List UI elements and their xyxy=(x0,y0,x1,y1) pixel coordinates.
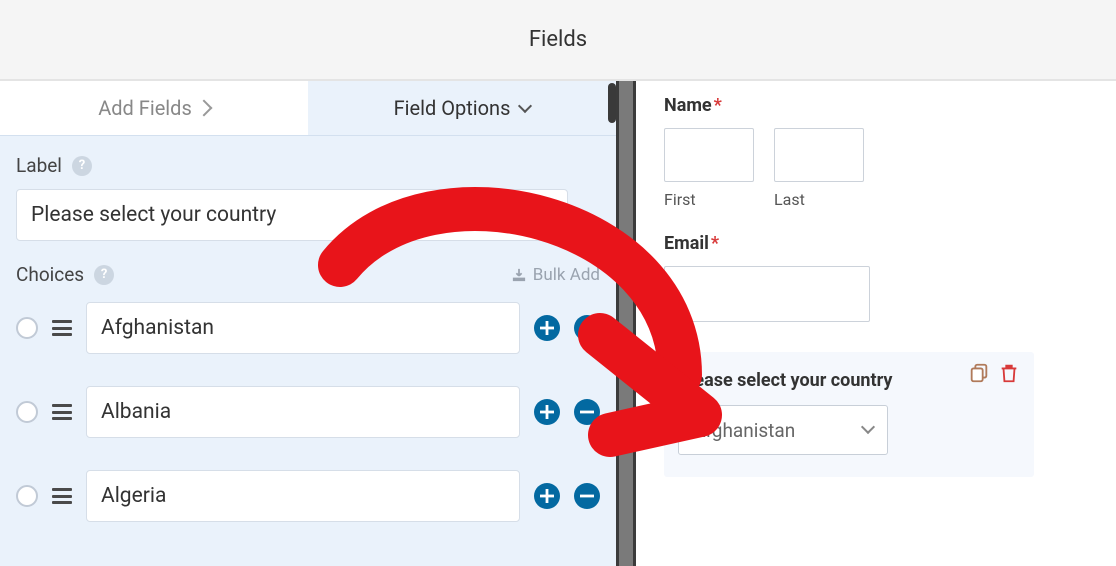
add-choice-button[interactable] xyxy=(534,483,560,509)
choice-input[interactable] xyxy=(86,470,520,522)
email-label: Email xyxy=(664,233,709,254)
country-select-value: Afghanistan xyxy=(693,419,795,442)
plus-icon xyxy=(540,489,554,503)
add-choice-button[interactable] xyxy=(534,315,560,341)
email-field: Email* xyxy=(664,233,1088,352)
choice-list xyxy=(0,290,616,566)
choice-row xyxy=(16,386,600,438)
help-icon[interactable]: ? xyxy=(72,156,92,176)
trash-icon[interactable] xyxy=(998,362,1020,384)
last-name-input[interactable] xyxy=(774,128,864,182)
tab-field-options-label: Field Options xyxy=(394,96,511,120)
default-radio[interactable] xyxy=(16,401,38,423)
bulk-add-label: Bulk Add xyxy=(533,265,600,285)
choice-input[interactable] xyxy=(86,302,520,354)
form-preview: Name* First Last Email* xyxy=(636,81,1116,566)
choices-header: Choices ? Bulk Add xyxy=(0,247,616,290)
choice-input[interactable] xyxy=(86,386,520,438)
minus-icon xyxy=(580,489,594,503)
choice-row xyxy=(16,470,600,522)
duplicate-icon[interactable] xyxy=(968,362,990,384)
download-icon xyxy=(512,268,526,282)
required-indicator: * xyxy=(714,95,722,116)
panel-divider[interactable] xyxy=(616,81,636,566)
tab-field-options[interactable]: Field Options xyxy=(308,81,616,135)
required-indicator: * xyxy=(711,233,719,254)
drag-handle-icon[interactable] xyxy=(52,320,72,336)
remove-choice-button[interactable] xyxy=(574,483,600,509)
email-input[interactable] xyxy=(664,266,870,322)
field-options-panel: Add Fields Field Options Label ? Choices… xyxy=(0,81,616,566)
default-radio[interactable] xyxy=(16,317,38,339)
choice-row xyxy=(16,302,600,354)
add-choice-button[interactable] xyxy=(534,399,560,425)
tab-add-fields[interactable]: Add Fields xyxy=(0,81,308,135)
name-label: Name xyxy=(664,95,712,116)
plus-icon xyxy=(540,321,554,335)
page-title: Fields xyxy=(529,27,587,52)
remove-choice-button[interactable] xyxy=(574,315,600,341)
bulk-add-button[interactable]: Bulk Add xyxy=(512,265,600,285)
tab-add-fields-label: Add Fields xyxy=(98,96,192,120)
chevron-right-icon xyxy=(195,100,212,117)
choices-title: Choices xyxy=(16,263,84,286)
page-header: Fields xyxy=(0,0,1116,81)
plus-icon xyxy=(540,405,554,419)
country-field-selected[interactable]: Please select your country Afghanistan xyxy=(664,352,1034,477)
minus-icon xyxy=(580,405,594,419)
label-input[interactable] xyxy=(16,189,568,241)
help-icon[interactable]: ? xyxy=(94,265,114,285)
scrollbar-thumb[interactable] xyxy=(608,83,616,123)
country-select[interactable]: Afghanistan xyxy=(678,405,888,455)
default-radio[interactable] xyxy=(16,485,38,507)
name-field: Name* First Last xyxy=(664,95,1088,209)
drag-handle-icon[interactable] xyxy=(52,488,72,504)
panel-tabs: Add Fields Field Options xyxy=(0,81,616,136)
last-name-sublabel: Last xyxy=(774,190,864,209)
drag-handle-icon[interactable] xyxy=(52,404,72,420)
label-section: Label ? xyxy=(0,136,616,247)
first-name-sublabel: First xyxy=(664,190,754,209)
main-area: Add Fields Field Options Label ? Choices… xyxy=(0,81,1116,566)
chevron-down-icon xyxy=(518,99,532,113)
first-name-input[interactable] xyxy=(664,128,754,182)
minus-icon xyxy=(580,321,594,335)
label-title: Label xyxy=(16,154,62,177)
remove-choice-button[interactable] xyxy=(574,399,600,425)
chevron-down-icon xyxy=(861,420,875,434)
